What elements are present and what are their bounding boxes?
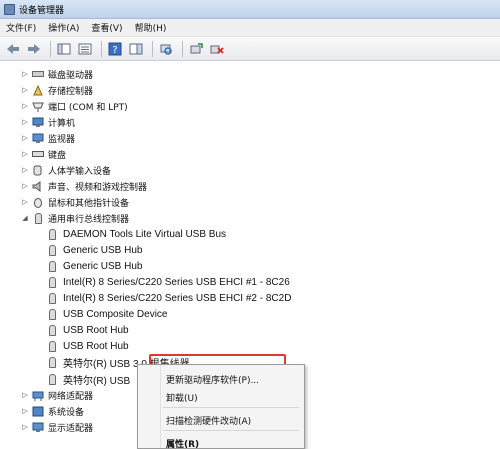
port-icon bbox=[32, 101, 44, 112]
expand-arrow-icon[interactable]: ▷ bbox=[20, 134, 30, 142]
usb-device-icon bbox=[46, 228, 58, 240]
toolbar-separator bbox=[101, 40, 102, 57]
network-adapter-icon bbox=[32, 390, 44, 401]
usb-device-icon bbox=[46, 356, 58, 368]
expand-arrow-icon[interactable]: ▷ bbox=[20, 198, 30, 206]
usb-device-icon bbox=[46, 308, 58, 320]
menu-gutter bbox=[160, 365, 161, 448]
toolbar: ? bbox=[0, 37, 500, 61]
tree-node-system-devices[interactable]: ▷ 系统设备 bbox=[20, 403, 84, 419]
menu-action[interactable]: 操作(A) bbox=[48, 21, 79, 34]
console-tree-icon bbox=[57, 43, 71, 54]
tree-node-monitors[interactable]: ▷ 监视器 bbox=[20, 130, 75, 146]
system-device-icon bbox=[32, 406, 44, 417]
uninstall-button[interactable] bbox=[208, 40, 226, 58]
usb-device-item[interactable]: Intel(R) 8 Series/C220 Series USB EHCI #… bbox=[46, 274, 290, 290]
expand-arrow-icon[interactable]: ▷ bbox=[20, 166, 30, 174]
properties-view-button[interactable] bbox=[76, 40, 94, 58]
usb-device-icon bbox=[46, 260, 58, 272]
expand-arrow-icon[interactable]: ▷ bbox=[20, 182, 30, 190]
usb-device-item[interactable]: USB Composite Device bbox=[46, 306, 167, 322]
forward-button[interactable] bbox=[25, 40, 43, 58]
usb-device-item[interactable]: Generic USB Hub bbox=[46, 258, 142, 274]
menu-separator bbox=[163, 430, 299, 431]
tree-node-mice[interactable]: ▷ 鼠标和其他指针设备 bbox=[20, 194, 129, 210]
disk-drive-icon bbox=[32, 69, 44, 80]
toolbar-separator bbox=[50, 40, 51, 57]
tree-node-storage-controllers[interactable]: ▷ 存储控制器 bbox=[20, 82, 93, 98]
tree-node-network-adapters[interactable]: ▷ 网络适配器 bbox=[20, 387, 93, 403]
expand-arrow-icon[interactable]: ▷ bbox=[20, 118, 30, 126]
list-view-icon bbox=[78, 43, 92, 54]
expand-arrow-icon[interactable]: ▷ bbox=[20, 70, 30, 78]
monitor-icon bbox=[32, 133, 44, 144]
mouse-icon bbox=[32, 197, 44, 208]
svg-text:?: ? bbox=[112, 45, 117, 56]
usb-device-icon bbox=[46, 373, 58, 385]
forward-arrow-icon bbox=[28, 43, 40, 54]
back-button[interactable] bbox=[4, 40, 22, 58]
scan-hardware-button[interactable] bbox=[157, 40, 175, 58]
tree-node-display-adapters[interactable]: ▷ 显示适配器 bbox=[20, 419, 93, 435]
tree-node-keyboards[interactable]: ▷ 键盘 bbox=[20, 146, 66, 162]
action-pane-icon bbox=[129, 43, 143, 54]
expand-arrow-icon[interactable]: ▷ bbox=[20, 150, 30, 158]
uninstall-menu-item[interactable]: 卸载(U) bbox=[166, 391, 198, 404]
toolbar-separator bbox=[152, 40, 153, 57]
uninstall-icon bbox=[210, 45, 224, 54]
tree-node-computer[interactable]: ▷ 计算机 bbox=[20, 114, 75, 130]
expand-arrow-icon[interactable]: ▷ bbox=[20, 407, 30, 415]
tree-node-usb-controllers[interactable]: ◢ 通用串行总线控制器 bbox=[20, 210, 129, 226]
tree-node-sound[interactable]: ▷ 声音、视频和游戏控制器 bbox=[20, 178, 147, 194]
usb-device-item[interactable]: 英特尔(R) USB bbox=[46, 371, 130, 387]
usb-device-icon bbox=[46, 292, 58, 304]
expand-arrow-icon[interactable]: ▷ bbox=[20, 86, 30, 94]
tree-node-ports[interactable]: ▷ 端口 (COM 和 LPT) bbox=[20, 98, 128, 114]
hid-icon bbox=[32, 165, 44, 176]
usb-device-icon bbox=[46, 324, 58, 336]
scan-hardware-icon bbox=[160, 44, 172, 55]
usb-icon bbox=[32, 212, 44, 224]
properties-menu-item[interactable]: 属性(R) bbox=[166, 437, 199, 449]
usb-device-item[interactable]: DAEMON Tools Lite Virtual USB Bus bbox=[46, 226, 226, 242]
update-driver-button[interactable] bbox=[187, 40, 205, 58]
usb-device-icon bbox=[46, 340, 58, 352]
context-menu: 更新驱动程序软件(P)... 卸载(U) 扫描检测硬件改动(A) 属性(R) bbox=[137, 364, 305, 449]
update-driver-menu-item[interactable]: 更新驱动程序软件(P)... bbox=[166, 373, 259, 386]
help-icon: ? bbox=[108, 42, 122, 56]
collapse-arrow-icon[interactable]: ◢ bbox=[20, 214, 30, 222]
scan-hardware-menu-item[interactable]: 扫描检测硬件改动(A) bbox=[166, 414, 251, 427]
display-adapter-icon bbox=[32, 422, 44, 433]
expand-arrow-icon[interactable]: ▷ bbox=[20, 391, 30, 399]
title-bar: 设备管理器 bbox=[0, 0, 500, 19]
usb-device-item[interactable]: USB Root Hub bbox=[46, 322, 129, 338]
show-hide-console-tree-button[interactable] bbox=[55, 40, 73, 58]
window-title: 设备管理器 bbox=[19, 5, 65, 16]
usb-device-item[interactable]: Intel(R) 8 Series/C220 Series USB EHCI #… bbox=[46, 290, 291, 306]
tree-node-hid[interactable]: ▷ 人体学输入设备 bbox=[20, 162, 111, 178]
tree-node-disk-drives[interactable]: ▷ 磁盘驱动器 bbox=[20, 66, 93, 82]
computer-icon bbox=[32, 117, 44, 128]
back-arrow-icon bbox=[7, 43, 19, 54]
update-driver-icon bbox=[190, 42, 203, 53]
action-pane-button[interactable] bbox=[127, 40, 145, 58]
menu-view[interactable]: 查看(V) bbox=[91, 21, 122, 34]
help-button[interactable]: ? bbox=[106, 40, 124, 58]
toolbar-separator bbox=[182, 40, 183, 57]
keyboard-icon bbox=[32, 149, 44, 160]
storage-controller-icon bbox=[32, 84, 44, 96]
menu-file[interactable]: 文件(F) bbox=[6, 21, 36, 34]
expand-arrow-icon[interactable]: ▷ bbox=[20, 423, 30, 431]
speaker-icon bbox=[32, 180, 44, 192]
usb-device-item[interactable]: USB Root Hub bbox=[46, 338, 129, 354]
usb-device-icon bbox=[46, 244, 58, 256]
menu-bar: 文件(F) 操作(A) 查看(V) 帮助(H) bbox=[0, 19, 500, 37]
expand-arrow-icon[interactable]: ▷ bbox=[20, 102, 30, 110]
menu-separator bbox=[163, 407, 299, 408]
device-manager-icon bbox=[4, 3, 15, 15]
usb-device-item[interactable]: Generic USB Hub bbox=[46, 242, 142, 258]
usb-device-icon bbox=[46, 276, 58, 288]
menu-help[interactable]: 帮助(H) bbox=[135, 21, 167, 34]
